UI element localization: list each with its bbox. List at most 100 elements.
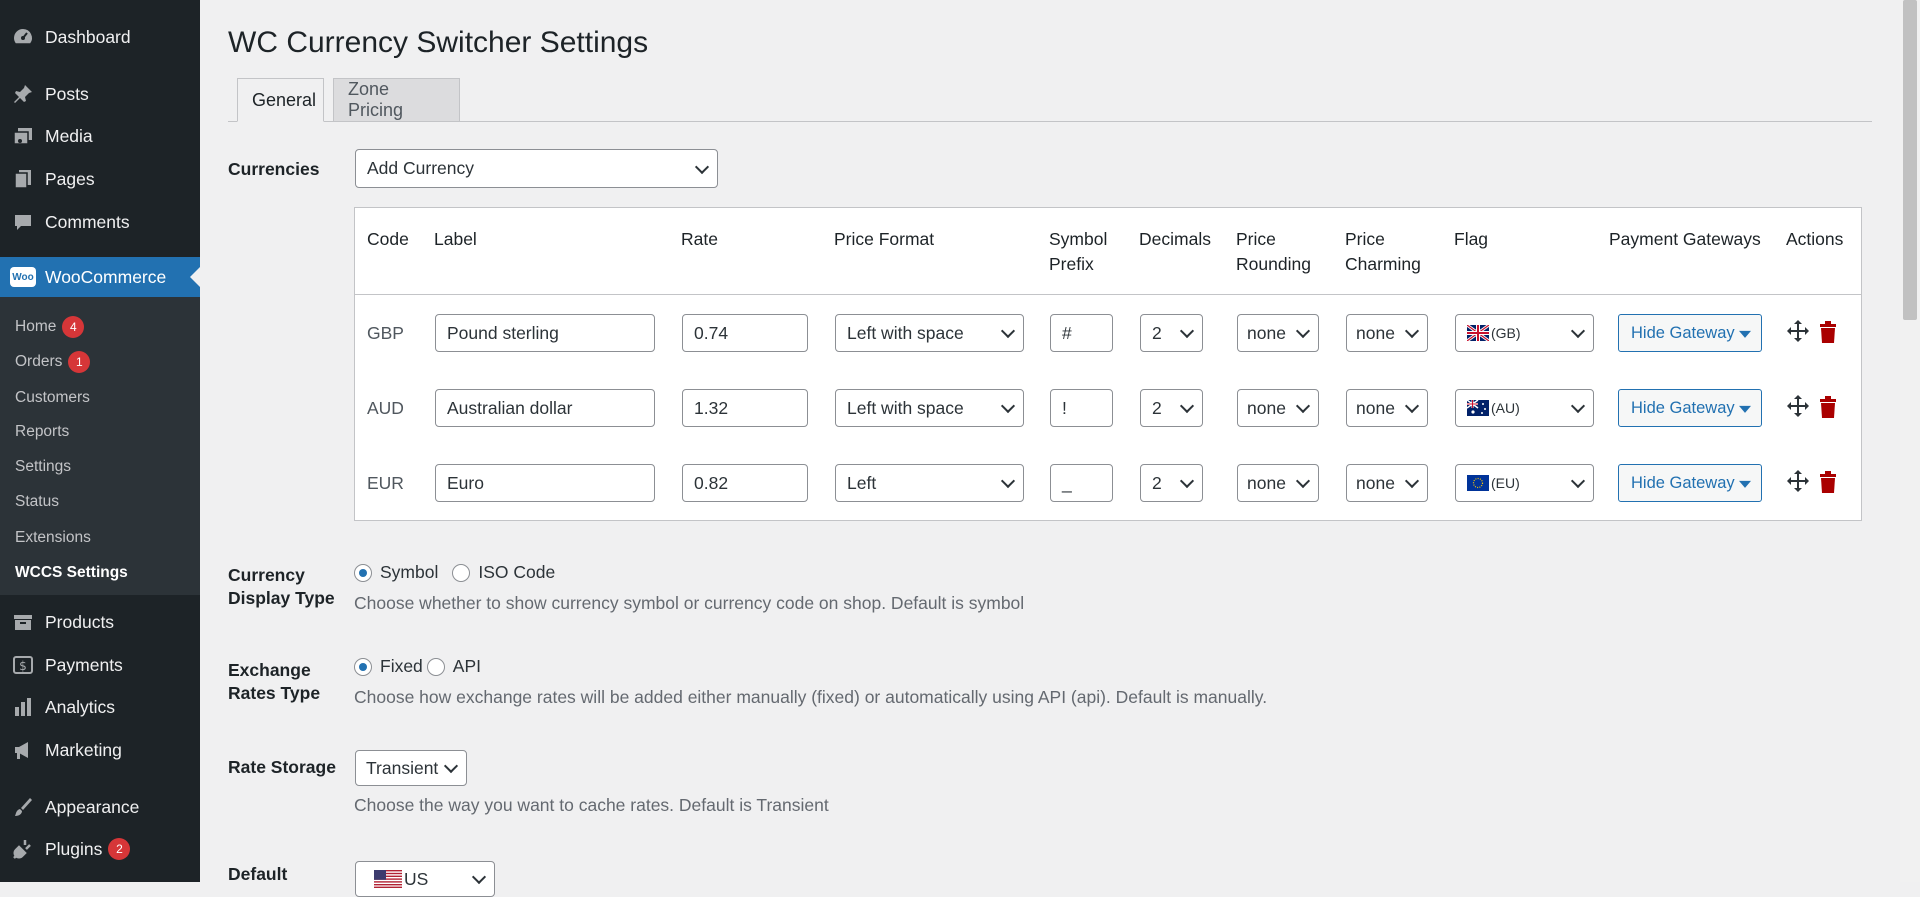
- scrollbar-thumb[interactable]: [1903, 0, 1917, 320]
- count-badge: 2: [108, 838, 131, 860]
- menu-analytics[interactable]: Analytics: [0, 687, 200, 727]
- symbol-prefix-input[interactable]: _: [1050, 464, 1113, 502]
- api-radio[interactable]: [426, 657, 445, 676]
- trash-icon[interactable]: [1819, 471, 1837, 498]
- products-icon: [10, 609, 36, 635]
- col-header-symbol-prefix: Symbol Prefix: [1049, 229, 1108, 274]
- chevron-down-icon: [1404, 323, 1420, 339]
- price-format-select[interactable]: Left with space: [835, 314, 1024, 352]
- col-header-price-charming: Price Charming: [1345, 229, 1421, 274]
- menu-dashboard[interactable]: Dashboard: [0, 17, 200, 57]
- submenu-status[interactable]: Status: [15, 489, 59, 515]
- menu-products[interactable]: Products: [0, 602, 200, 642]
- submenu-reports[interactable]: Reports: [15, 419, 69, 445]
- submenu-extensions[interactable]: Extensions: [15, 525, 91, 551]
- move-icon[interactable]: [1786, 469, 1810, 500]
- megaphone-icon: [10, 737, 36, 763]
- rate-storage-select[interactable]: Transient: [355, 750, 467, 786]
- menu-label: Media: [45, 125, 93, 146]
- chevron-down-icon: [1179, 473, 1195, 489]
- menu-marketing[interactable]: Marketing: [0, 730, 200, 770]
- menu-media[interactable]: Media: [0, 116, 200, 156]
- menu-label: Dashboard: [45, 26, 131, 47]
- page-title: WC Currency Switcher Settings: [228, 26, 649, 59]
- label-input[interactable]: Euro: [435, 464, 655, 502]
- pin-icon: [10, 81, 36, 107]
- us-flag-icon: [374, 870, 402, 888]
- move-icon[interactable]: [1786, 319, 1810, 350]
- chevron-down-icon: [1000, 323, 1016, 339]
- fixed-radio[interactable]: [354, 657, 372, 676]
- price-rounding-select[interactable]: none: [1237, 464, 1319, 502]
- menu-label: WooCommerce: [45, 266, 167, 287]
- menu-posts[interactable]: Posts: [0, 74, 200, 114]
- trash-icon[interactable]: [1819, 396, 1837, 423]
- symbol-prefix-input[interactable]: !: [1050, 389, 1113, 427]
- submenu-wccs-settings[interactable]: WCCS Settings: [15, 560, 128, 586]
- tab-zone-pricing[interactable]: Zone Pricing: [333, 78, 460, 122]
- caret-down-icon: [1739, 330, 1751, 338]
- media-icon: [10, 123, 36, 149]
- menu-label: Appearance: [45, 796, 140, 817]
- current-menu-arrow: [190, 267, 200, 287]
- menu-label: Posts: [45, 83, 89, 104]
- price-rounding-select[interactable]: none: [1237, 389, 1319, 427]
- caret-down-icon: [1739, 480, 1751, 488]
- label-input[interactable]: Australian dollar: [435, 389, 655, 427]
- au-flag-icon: [1467, 400, 1489, 416]
- decimals-select[interactable]: 2: [1140, 464, 1203, 502]
- menu-label: Analytics: [45, 696, 116, 717]
- currencies-table: Code Label Rate Price Format Symbol Pref…: [354, 207, 1862, 521]
- col-header-actions: Actions: [1786, 229, 1844, 249]
- symbol-prefix-input[interactable]: #: [1050, 314, 1113, 352]
- menu-plugins[interactable]: Plugins 2: [0, 829, 200, 869]
- symbol-radio[interactable]: [354, 563, 372, 582]
- iso-code-radio[interactable]: [452, 563, 471, 582]
- submenu-settings[interactable]: Settings: [15, 454, 71, 480]
- menu-payments[interactable]: $ Payments: [0, 645, 200, 685]
- hide-gateway-button[interactable]: Hide Gateway: [1618, 464, 1762, 502]
- exchange-type-description: Choose how exchange rates will be added …: [354, 687, 1268, 707]
- price-format-select[interactable]: Left: [835, 464, 1024, 502]
- menu-pages[interactable]: Pages: [0, 159, 200, 199]
- add-currency-select[interactable]: Add Currency: [355, 149, 718, 188]
- rate-input[interactable]: 1.32: [682, 389, 808, 427]
- scrollbar[interactable]: [1900, 0, 1920, 882]
- payments-icon: $: [10, 652, 36, 678]
- caret-down-icon: [1739, 405, 1751, 413]
- flag-select[interactable]: (AU): [1455, 389, 1594, 427]
- chevron-down-icon: [1295, 398, 1311, 414]
- chevron-down-icon: [1404, 398, 1420, 414]
- tab-general[interactable]: General: [237, 78, 324, 122]
- menu-comments[interactable]: Comments: [0, 202, 200, 242]
- decimals-select[interactable]: 2: [1140, 314, 1203, 352]
- chevron-down-icon: [1570, 398, 1586, 414]
- trash-icon[interactable]: [1819, 321, 1837, 348]
- menu-woocommerce[interactable]: Woo WooCommerce: [0, 257, 200, 297]
- price-charming-select[interactable]: none: [1346, 464, 1428, 502]
- menu-appearance[interactable]: Appearance: [0, 787, 200, 827]
- col-header-decimals: Decimals: [1139, 229, 1211, 249]
- col-header-rate: Rate: [681, 229, 718, 249]
- menu-label: Plugins: [45, 838, 103, 859]
- default-currency-select[interactable]: US: [355, 861, 495, 897]
- flag-select[interactable]: (EU): [1455, 464, 1594, 502]
- price-charming-select[interactable]: none: [1346, 314, 1428, 352]
- col-header-price-rounding: Price Rounding: [1236, 229, 1311, 274]
- submenu-orders[interactable]: Orders 1: [15, 349, 91, 375]
- hide-gateway-button[interactable]: Hide Gateway: [1618, 314, 1762, 352]
- rate-input[interactable]: 0.82: [682, 464, 808, 502]
- price-charming-select[interactable]: none: [1346, 389, 1428, 427]
- price-rounding-select[interactable]: none: [1237, 314, 1319, 352]
- submenu-home[interactable]: Home 4: [15, 314, 85, 340]
- decimals-select[interactable]: 2: [1140, 389, 1203, 427]
- flag-select[interactable]: (GB): [1455, 314, 1594, 352]
- rate-input[interactable]: 0.74: [682, 314, 808, 352]
- rate-storage-description: Choose the way you want to cache rates. …: [354, 795, 829, 815]
- submenu-customers[interactable]: Customers: [15, 385, 90, 411]
- price-format-select[interactable]: Left with space: [835, 389, 1024, 427]
- move-icon[interactable]: [1786, 394, 1810, 425]
- hide-gateway-button[interactable]: Hide Gateway: [1618, 389, 1762, 427]
- display-type-label: Currency Display Type: [228, 565, 335, 608]
- label-input[interactable]: Pound sterling: [435, 314, 655, 352]
